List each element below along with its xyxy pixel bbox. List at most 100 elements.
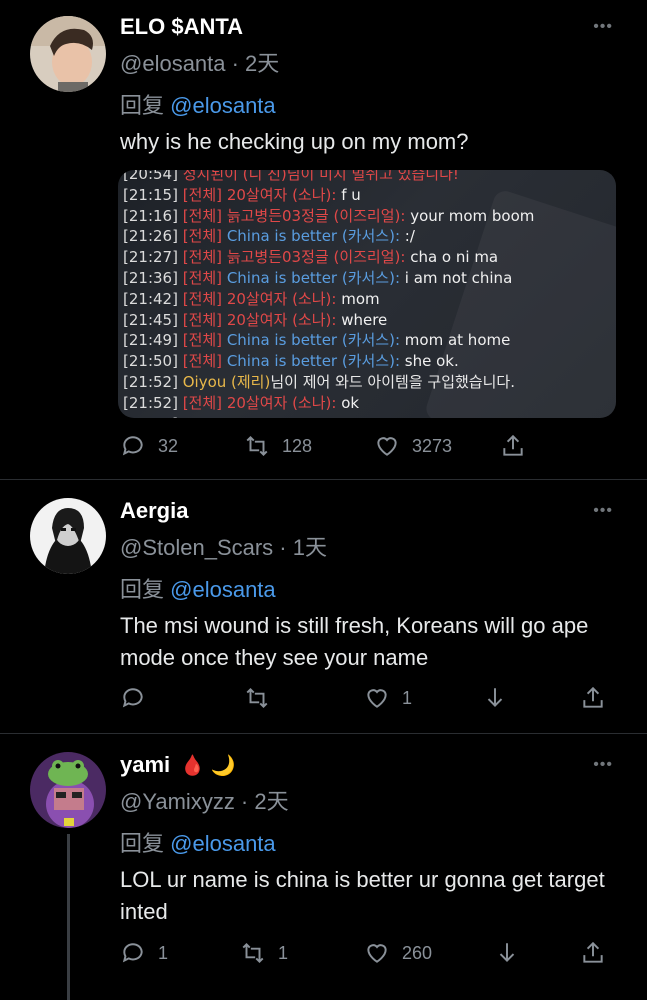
- chat-timestamp: [21:52]: [123, 393, 178, 412]
- chat-timestamp: [20:54]: [123, 170, 178, 183]
- chat-message: ok: [341, 393, 360, 412]
- share-button[interactable]: [500, 430, 526, 462]
- chat-player-name: 늙고병든03정글 (이즈리얼):: [226, 248, 406, 267]
- share-icon: [583, 686, 603, 708]
- chat-line: [21:26] [전체] China is better (카서스): :/: [123, 226, 613, 247]
- chat-player-name: China is better (카서스):: [226, 227, 401, 246]
- author-name[interactable]: Aergia: [120, 498, 188, 524]
- retweet-count: 1: [278, 942, 289, 963]
- more-options-icon[interactable]: •••: [593, 756, 613, 774]
- author-handle[interactable]: @Stolen_Scars · 1天: [120, 530, 327, 562]
- chat-message: :/: [404, 227, 415, 246]
- chat-line: [21:52] [전체] 20살여자 (소나): ok: [123, 393, 613, 414]
- chat-player-name: Oiyou (제리): [182, 372, 271, 391]
- tweet-text: LOL ur name is china is better ur gonna …: [120, 867, 605, 924]
- author-handle[interactable]: @Yamixyzz · 2天: [120, 784, 289, 816]
- chat-message: i am not china: [404, 268, 513, 287]
- chat-message: 님이 제어 와드 아이템을 구입했습니다.: [270, 372, 515, 391]
- avatar[interactable]: [30, 498, 106, 574]
- like-count: 3273: [412, 435, 453, 456]
- chat-line: [21:52] Oiyou (제리)님이 제어 와드 아이템을 구입했습니다.: [123, 372, 613, 393]
- chat-timestamp: [21:42]: [123, 289, 178, 308]
- chat-player-name: China is better (카서스):: [226, 331, 401, 350]
- downvote-button[interactable]: [494, 937, 520, 969]
- author-name[interactable]: yami 🩸 🌙: [120, 752, 236, 778]
- tweet-image[interactable]: [20:54] 정지된이 (디 진)님이 미치 벌쥐고 있습니다! [21:15]…: [118, 170, 616, 418]
- downvote-button[interactable]: [482, 682, 508, 714]
- share-button[interactable]: [580, 937, 606, 969]
- share-button[interactable]: [580, 682, 606, 714]
- more-options-icon[interactable]: •••: [593, 18, 613, 36]
- chat-channel-tag: [전체]: [182, 289, 223, 308]
- retweet-icon: [242, 942, 264, 964]
- like-count: 260: [402, 942, 433, 963]
- chat-timestamp: [21:26]: [123, 227, 178, 246]
- chat-message: where: [341, 310, 388, 329]
- reply-button[interactable]: [120, 682, 158, 714]
- avatar[interactable]: [30, 752, 106, 828]
- reply-button[interactable]: 1: [120, 937, 168, 969]
- reply-context: 回复 @elosanta: [120, 572, 276, 604]
- chat-channel-tag: [전체]: [182, 268, 223, 287]
- arrow-down-icon: [499, 943, 515, 962]
- tweet-3[interactable]: yami 🩸 🌙 @Yamixyzz · 2天 ••• 回复 @elosanta…: [0, 734, 647, 1000]
- chat-line: [20:54] 정지된이 (디 진)님이 미치 벌쥐고 있습니다!: [123, 170, 613, 185]
- retweet-button[interactable]: 128: [244, 430, 312, 462]
- like-button[interactable]: 3273: [374, 430, 452, 462]
- more-options-icon[interactable]: •••: [593, 502, 613, 520]
- chat-channel-tag: [전체]: [182, 248, 223, 267]
- reply-icon: [122, 943, 143, 963]
- like-button[interactable]: 260: [364, 937, 432, 969]
- chat-timestamp: [21:55]: [123, 415, 178, 418]
- chat-message: mom: [341, 289, 380, 308]
- reply-icon: [122, 688, 143, 708]
- chat-player-name: China is better (카서스):: [226, 352, 401, 371]
- chat-channel-tag: [전체]: [182, 227, 223, 246]
- chat-timestamp: [21:16]: [123, 206, 178, 225]
- name-emoji: 🩸 🌙: [180, 755, 236, 777]
- chat-line: [21:15] [전체] 20살여자 (소나): f u: [123, 185, 613, 206]
- action-bar: 1: [120, 682, 620, 714]
- chat-line: [21:55]: [123, 414, 613, 418]
- author-name[interactable]: ELO $ANTA: [120, 14, 243, 40]
- tweet-2[interactable]: Aergia @Stolen_Scars · 1天 ••• 回复 @elosan…: [0, 480, 647, 734]
- chat-channel-tag: [전체]: [182, 331, 223, 350]
- retweet-icon: [246, 435, 268, 457]
- chat-line: [21:16] [전체] 늙고병든03정글 (이즈리얼): your mom b…: [123, 206, 613, 227]
- chat-log: [20:54] 정지된이 (디 진)님이 미치 벌쥐고 있습니다! [21:15]…: [123, 170, 613, 418]
- retweet-icon: [246, 687, 268, 709]
- chat-line: [21:42] [전체] 20살여자 (소나): mom: [123, 289, 613, 310]
- reply-mention-link[interactable]: @elosanta: [170, 93, 276, 118]
- reply-prefix: 回复: [120, 93, 165, 118]
- retweet-button[interactable]: [244, 682, 282, 714]
- heart-icon: [367, 944, 387, 963]
- like-button[interactable]: 1: [364, 682, 412, 714]
- chat-channel-tag: [전체]: [182, 393, 223, 412]
- tweet-text: why is he checking up on my mom?: [120, 129, 469, 154]
- author-handle[interactable]: @elosanta · 2天: [120, 46, 279, 78]
- reply-count: 1: [158, 942, 169, 963]
- reply-prefix: 回复: [120, 831, 165, 856]
- chat-message: your mom boom: [410, 206, 535, 225]
- reply-mention-link[interactable]: @elosanta: [170, 831, 276, 856]
- chat-message: f u: [341, 185, 361, 204]
- avatar[interactable]: [30, 16, 106, 92]
- retweet-button[interactable]: 1: [240, 937, 288, 969]
- chat-line: [21:45] [전체] 20살여자 (소나): where: [123, 310, 613, 331]
- chat-channel-tag: [전체]: [182, 185, 223, 204]
- share-icon: [583, 941, 603, 963]
- chat-player-name: 늙고병든03정글 (이즈리얼):: [226, 206, 406, 225]
- share-icon: [503, 434, 523, 456]
- chat-timestamp: [21:49]: [123, 331, 178, 350]
- reply-prefix: 回复: [120, 577, 165, 602]
- arrow-down-icon: [487, 688, 503, 707]
- chat-timestamp: [21:15]: [123, 185, 178, 204]
- retweet-count: 128: [282, 435, 313, 456]
- tweet-1[interactable]: ELO $ANTA @elosanta · 2天 ••• 回复 @elosant…: [0, 0, 647, 478]
- reply-mention-link[interactable]: @elosanta: [170, 577, 276, 602]
- chat-player-name: 20살여자 (소나):: [226, 289, 337, 308]
- tweet-text: The msi wound is still fresh, Koreans wi…: [120, 613, 589, 670]
- reply-button[interactable]: 32: [120, 430, 178, 462]
- heart-icon: [367, 689, 387, 708]
- chat-player-name: China is better (카서스):: [226, 268, 401, 287]
